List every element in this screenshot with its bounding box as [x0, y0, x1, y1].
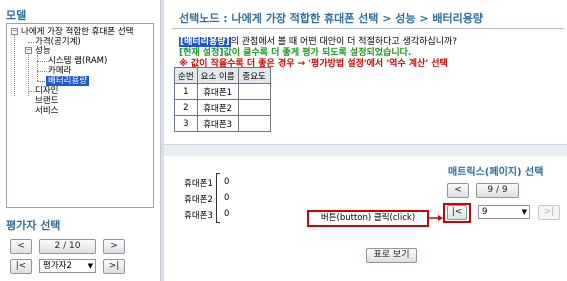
table-row: 3 휴대폰3: [174, 115, 271, 132]
cell-importance: [237, 83, 271, 100]
tree-line: [37, 71, 47, 72]
table-row: 2 휴대폰2: [174, 99, 271, 116]
cell-importance: [237, 99, 271, 116]
matrix-page-select[interactable]: 9 ▼: [478, 205, 530, 219]
tree-node-ram[interactable]: 시스템 램(RAM): [48, 56, 107, 66]
model-section-title: 모델: [6, 9, 27, 22]
left-panel: 모델 − 나에게 가장 적합한 휴대폰 선택 가격(공기계) − 성능 시스템 …: [0, 0, 158, 281]
matrix-row-label: 휴대폰3: [184, 211, 213, 221]
cell-name: 휴대폰3: [196, 115, 239, 132]
cell-no: 3: [174, 115, 198, 132]
tree-node-camera[interactable]: 카메라: [48, 66, 71, 76]
matrix-last-button[interactable]: >|: [538, 205, 560, 220]
rater-first-button[interactable]: |<: [10, 259, 32, 274]
tree-line: [14, 34, 15, 96]
cell-importance: [237, 115, 271, 132]
rater-select[interactable]: 평가자2 ▼: [39, 259, 96, 273]
col-header-no: 순번: [174, 67, 198, 84]
chevron-down-icon: ▼: [521, 208, 527, 216]
section-separator: [164, 144, 567, 156]
tree-line: [37, 61, 47, 62]
rater-next-button[interactable]: >: [103, 239, 125, 254]
cell-no: 1: [174, 83, 198, 100]
matrix-page-title: 매트릭스(페이지) 선택: [448, 167, 544, 178]
tree-collapse-toggle[interactable]: −: [11, 28, 18, 35]
col-header-name: 요소 이름: [196, 67, 239, 84]
chevron-down-icon: ▼: [87, 262, 93, 270]
rater-select-value: 평가자2: [43, 261, 72, 271]
tree-node-performance[interactable]: 성능: [35, 46, 51, 56]
matrix-row-label: 휴대폰1: [184, 179, 213, 189]
click-callout: 버튼(button) 클릭(click): [307, 210, 429, 227]
rater-section-title: 평가자 선택: [6, 219, 61, 232]
matrix-first-button[interactable]: |<: [447, 205, 467, 220]
rater-last-button[interactable]: >|: [103, 259, 125, 274]
selected-node-header: 선택노드 : 나에게 가장 적합한 휴대폰 선택 > 성능 > 배터리용량: [179, 12, 484, 25]
col-header-importance: 중요도: [237, 67, 271, 84]
model-tree: − 나에게 가장 적합한 휴대폰 선택 가격(공기계) − 성능 시스템 램(R…: [6, 23, 154, 208]
view-as-table-button[interactable]: 표로 보기: [366, 248, 417, 263]
matrix-row-value: 0: [224, 177, 230, 187]
cell-no: 2: [174, 99, 198, 116]
panel-divider: [160, 0, 164, 281]
cell-name: 휴대폰2: [196, 99, 239, 116]
matrix-row-value: 0: [224, 193, 230, 203]
table-header-row: 순번 요소 이름 중요도: [174, 67, 271, 84]
element-table: 순번 요소 이름 중요도 1 휴대폰1 2 휴대폰2 3 휴대폰3: [174, 67, 271, 132]
rater-page-indicator: 2 / 10: [39, 239, 96, 254]
tree-node-brand[interactable]: 브랜드: [35, 96, 58, 106]
tree-line: [28, 42, 34, 43]
matrix-row-value: 0: [224, 209, 230, 219]
matrix-page-select-value: 9: [482, 207, 488, 217]
matrix-bracket: [216, 173, 220, 223]
tree-node-design[interactable]: 디자인: [35, 86, 58, 96]
matrix-prev-button[interactable]: <: [447, 183, 469, 198]
matrix-row-label: 휴대폰2: [184, 195, 213, 205]
tree-node-battery[interactable]: 배터리용량: [46, 76, 90, 86]
tree-collapse-toggle[interactable]: −: [25, 47, 32, 54]
header-divider: [172, 28, 564, 29]
tree-line: [28, 91, 34, 92]
matrix-page-indicator: 9 / 9: [476, 183, 519, 198]
table-row: 1 휴대폰1: [174, 83, 271, 100]
tree-node-service[interactable]: 서비스: [35, 106, 58, 116]
arrow-right-icon: [429, 215, 443, 221]
tree-line: [37, 55, 38, 81]
tree-line: [28, 48, 29, 96]
cell-name: 휴대폰1: [196, 83, 239, 100]
rater-prev-button[interactable]: <: [10, 239, 32, 254]
tree-node-goal[interactable]: 나에게 가장 적합한 휴대폰 선택: [21, 27, 133, 37]
